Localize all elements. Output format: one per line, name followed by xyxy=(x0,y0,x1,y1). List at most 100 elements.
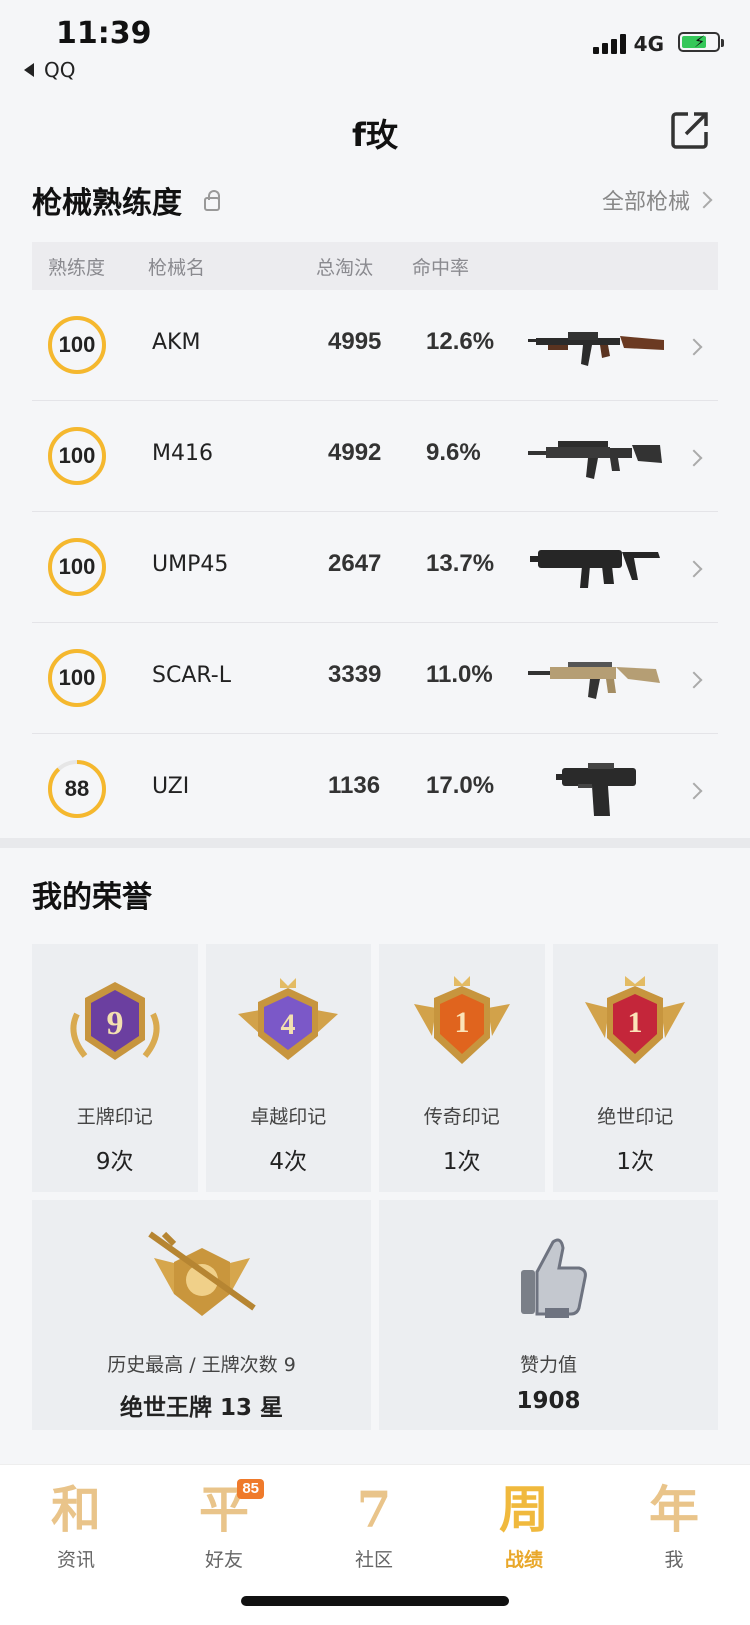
history-best-value: 绝世王牌 13 星 xyxy=(119,1395,284,1421)
legend-badge-icon: 1 xyxy=(410,974,514,1078)
proficiency-value: 100 xyxy=(58,443,96,468)
proficiency-ring: 100 xyxy=(46,647,108,709)
weapon-kills: 4995 xyxy=(328,328,382,355)
tab-news[interactable]: 和 资讯 xyxy=(16,1479,136,1572)
chevron-right-icon xyxy=(685,449,703,468)
all-weapons-link[interactable]: 全部枪械 xyxy=(601,184,713,216)
chevron-right-icon xyxy=(685,782,703,801)
ump45-smg-icon xyxy=(528,536,668,596)
weapon-row[interactable]: 100 SCAR-L 3339 11.0% xyxy=(32,623,718,734)
all-weapons-label: 全部枪械 xyxy=(601,190,690,215)
col-proficiency: 熟练度 xyxy=(48,256,106,279)
weapon-hit-rate: 17.0% xyxy=(426,772,495,799)
svg-text:4: 4 xyxy=(281,1008,296,1041)
col-hit-rate: 命中率 xyxy=(412,256,470,279)
weapon-name: SCAR-L xyxy=(152,663,231,688)
honor-count: 1次 xyxy=(442,1149,481,1175)
proficiency-ring: 100 xyxy=(46,425,108,487)
tab-label: 好友 xyxy=(204,1549,243,1571)
battery-icon: ⚡ xyxy=(678,32,724,52)
history-best-card[interactable]: 历史最高 / 王牌次数 9 绝世王牌 13 星 xyxy=(32,1200,371,1430)
col-weapon-name: 枪械名 xyxy=(148,256,206,279)
tab-label: 战绩 xyxy=(504,1549,543,1571)
honor-card-ace[interactable]: 9 王牌印记 9次 xyxy=(32,944,198,1192)
proficiency-value: 100 xyxy=(58,554,96,579)
section-divider xyxy=(0,838,750,848)
honor-label: 绝世印记 xyxy=(597,1106,674,1128)
chevron-right-icon xyxy=(685,671,703,690)
weapon-row[interactable]: 100 AKM 4995 12.6% xyxy=(32,290,718,401)
history-best-label: 历史最高 / 王牌次数 9 xyxy=(107,1354,296,1376)
honor-count: 1次 xyxy=(616,1149,655,1175)
weapon-row[interactable]: 100 M416 4992 9.6% xyxy=(32,401,718,512)
tab-news-icon: 和 xyxy=(51,1480,101,1539)
m416-rifle-icon xyxy=(528,425,668,485)
weapon-kills: 1136 xyxy=(328,772,381,799)
status-time: 11:39 xyxy=(56,16,152,51)
weapon-hit-rate: 9.6% xyxy=(426,439,481,466)
weapon-table-header: 熟练度 枪械名 总淘汰 命中率 xyxy=(32,242,718,290)
svg-text:1: 1 xyxy=(454,1006,469,1039)
honor-card-legend[interactable]: 1 传奇印记 1次 xyxy=(379,944,545,1192)
chevron-right-icon xyxy=(695,191,713,209)
signal-icon xyxy=(593,32,626,54)
tab-stats-icon: 周 xyxy=(499,1480,549,1539)
ace-badge-icon: 9 xyxy=(63,974,167,1078)
honors-title: 我的荣誉 xyxy=(32,880,152,915)
proficiency-ring: 100 xyxy=(46,314,108,376)
back-label: QQ xyxy=(44,58,76,82)
share-icon[interactable] xyxy=(670,110,710,150)
weapon-name: M416 xyxy=(152,441,213,466)
honor-label: 王牌印记 xyxy=(76,1106,153,1128)
supreme-badge-icon: 1 xyxy=(583,974,687,1078)
honor-card-supreme[interactable]: 1 绝世印记 1次 xyxy=(552,944,718,1192)
tab-stats[interactable]: 周 战绩 xyxy=(464,1479,584,1572)
uzi-smg-icon xyxy=(528,758,668,818)
weapon-row[interactable]: 100 UMP45 2647 13.7% xyxy=(32,512,718,623)
tab-friends[interactable]: 平 85 好友 xyxy=(164,1479,284,1572)
weapon-proficiency-title: 枪械熟练度 xyxy=(32,178,220,222)
proficiency-value: 100 xyxy=(58,665,96,690)
proficiency-value: 100 xyxy=(58,332,96,357)
tab-label: 我 xyxy=(664,1549,684,1571)
honor-label: 卓越印记 xyxy=(250,1106,327,1128)
honor-summary: 历史最高 / 王牌次数 9 绝世王牌 13 星 赞力值 1908 xyxy=(32,1200,718,1430)
page-title: f玫 xyxy=(352,116,398,154)
home-indicator xyxy=(241,1596,509,1606)
status-bar: 11:39 QQ 4G ⚡ xyxy=(0,0,750,90)
akm-rifle-icon xyxy=(528,314,668,374)
tab-me[interactable]: 年 我 xyxy=(614,1479,734,1572)
weapon-list: 100 AKM 4995 12.6% 100 M416 4992 9.6% 10… xyxy=(32,290,718,844)
network-type: 4G xyxy=(633,32,664,56)
honor-count: 9次 xyxy=(95,1149,134,1175)
notification-badge: 85 xyxy=(237,1479,264,1499)
svg-text:1: 1 xyxy=(628,1006,643,1039)
scarl-rifle-icon xyxy=(528,647,668,707)
back-to-qq[interactable]: QQ xyxy=(24,58,75,82)
svg-text:9: 9 xyxy=(106,1005,123,1042)
honor-badges: 9 王牌印记 9次 4 卓越印记 4次 1 传奇印记 1次 1 绝世印记 1次 xyxy=(32,944,718,1192)
proficiency-ring: 100 xyxy=(46,536,108,598)
honor-count: 4次 xyxy=(269,1149,308,1175)
tab-community-icon: 7 xyxy=(356,1480,392,1539)
proficiency-value: 88 xyxy=(64,776,90,801)
weapon-row[interactable]: 88 UZI 1136 17.0% xyxy=(32,734,718,844)
rank-emblem-icon xyxy=(144,1228,260,1328)
excellent-badge-icon: 4 xyxy=(236,974,340,1078)
lock-icon xyxy=(204,190,220,211)
likes-label: 赞力值 xyxy=(519,1354,577,1376)
honor-card-excellent[interactable]: 4 卓越印记 4次 xyxy=(205,944,371,1192)
tab-community[interactable]: 7 社区 xyxy=(314,1479,434,1572)
tab-me-icon: 年 xyxy=(649,1480,699,1539)
chevron-right-icon xyxy=(685,560,703,579)
weapon-name: UMP45 xyxy=(152,552,229,577)
col-kills: 总淘汰 xyxy=(316,256,374,279)
back-arrow-icon xyxy=(24,63,34,77)
weapon-kills: 2647 xyxy=(328,550,382,577)
weapon-name: AKM xyxy=(152,330,201,355)
weapon-hit-rate: 11.0% xyxy=(426,661,493,688)
likes-value: 1908 xyxy=(516,1388,581,1414)
honor-label: 传奇印记 xyxy=(423,1106,500,1128)
proficiency-ring: 88 xyxy=(46,758,108,820)
likes-card[interactable]: 赞力值 1908 xyxy=(379,1200,718,1430)
